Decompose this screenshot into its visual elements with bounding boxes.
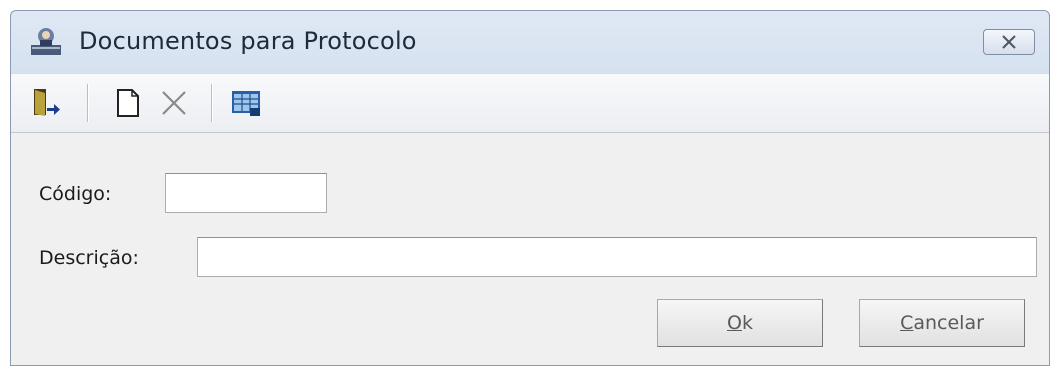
delete-x-icon[interactable]: [157, 86, 191, 120]
window-title: Documentos para Protocolo: [79, 27, 417, 55]
toolbar-separator: [211, 84, 213, 122]
descricao-label: Descrição:: [39, 247, 139, 269]
cancel-mnemonic: C: [900, 312, 914, 334]
exit-door-icon[interactable]: [29, 86, 63, 120]
codigo-label: Código:: [39, 183, 112, 205]
ok-button[interactable]: Ok: [657, 299, 823, 347]
codigo-input[interactable]: [165, 173, 327, 213]
descricao-input[interactable]: [197, 237, 1037, 277]
cancel-label-rest: ancelar: [913, 312, 984, 334]
close-button[interactable]: [983, 29, 1035, 55]
ok-label-rest: k: [741, 312, 753, 334]
grid-view-icon[interactable]: [229, 86, 263, 120]
toolbar-separator: [87, 84, 89, 122]
form-area: Código: Descrição: Ok Cancelar: [11, 132, 1049, 365]
dialog-window: Documentos para Protocolo Código: Descri…: [10, 10, 1050, 366]
ok-mnemonic: O: [727, 312, 742, 334]
app-icon: [31, 28, 61, 55]
new-document-icon[interactable]: [111, 86, 145, 120]
title-bar[interactable]: Documentos para Protocolo: [11, 11, 1049, 71]
toolbar: [11, 73, 1049, 133]
close-icon: [1002, 35, 1016, 49]
cancel-button[interactable]: Cancelar: [859, 299, 1025, 347]
